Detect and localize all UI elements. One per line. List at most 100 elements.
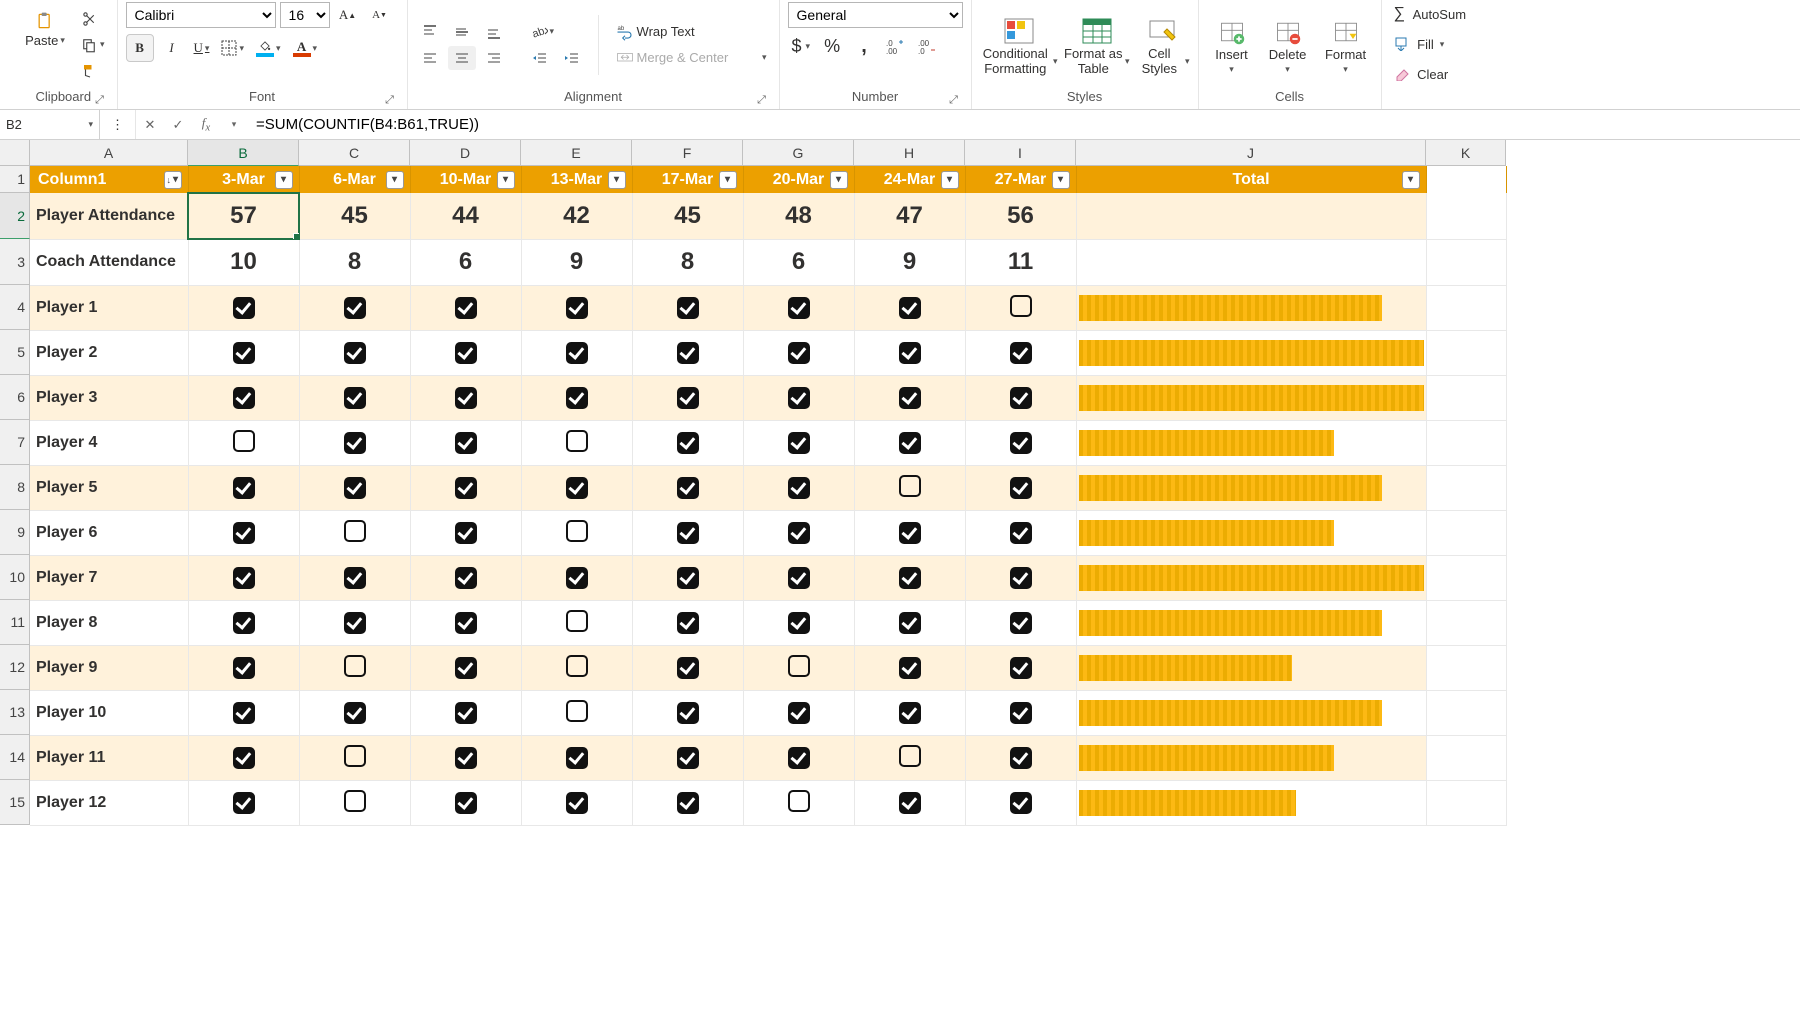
- checkbox[interactable]: [1010, 612, 1032, 634]
- header-cell[interactable]: [1426, 166, 1506, 193]
- checkbox[interactable]: [566, 387, 588, 409]
- attendance-cell[interactable]: [965, 510, 1076, 555]
- attendance-cell[interactable]: [521, 555, 632, 600]
- number-launcher[interactable]: ⤢: [947, 93, 961, 107]
- attendance-cell[interactable]: [410, 735, 521, 780]
- checkbox[interactable]: [566, 430, 588, 452]
- increase-indent-button[interactable]: [558, 46, 586, 70]
- attendance-cell[interactable]: [743, 285, 854, 330]
- font-color-button[interactable]: A▾: [289, 36, 322, 60]
- checkbox[interactable]: [788, 297, 810, 319]
- attendance-cell[interactable]: [410, 375, 521, 420]
- checkbox[interactable]: [344, 477, 366, 499]
- attendance-cell[interactable]: [743, 330, 854, 375]
- checkbox[interactable]: [344, 387, 366, 409]
- attendance-cell[interactable]: [521, 735, 632, 780]
- checkbox[interactable]: [1010, 342, 1032, 364]
- checkbox[interactable]: [1010, 432, 1032, 454]
- row-header-12[interactable]: 12: [0, 645, 30, 690]
- cell-styles-button[interactable]: Cell Styles▾: [1136, 13, 1190, 76]
- checkbox[interactable]: [788, 790, 810, 812]
- checkbox[interactable]: [566, 477, 588, 499]
- filter-button[interactable]: [497, 171, 515, 189]
- header-cell[interactable]: Column1: [30, 166, 188, 193]
- attendance-cell[interactable]: [410, 645, 521, 690]
- name-box[interactable]: B2▾: [0, 110, 100, 139]
- bold-button[interactable]: B: [126, 34, 154, 62]
- insert-cells-button[interactable]: Insert▾: [1207, 15, 1257, 75]
- attendance-cell[interactable]: [965, 465, 1076, 510]
- checkbox[interactable]: [233, 342, 255, 364]
- checkbox[interactable]: [899, 612, 921, 634]
- checkbox[interactable]: [455, 432, 477, 454]
- attendance-cell[interactable]: [299, 330, 410, 375]
- insert-function-button[interactable]: fx: [192, 115, 220, 134]
- align-left-button[interactable]: [416, 46, 444, 70]
- attendance-cell[interactable]: [299, 465, 410, 510]
- attendance-cell[interactable]: [188, 285, 299, 330]
- checkbox[interactable]: [1010, 295, 1032, 317]
- attendance-cell[interactable]: [743, 420, 854, 465]
- checkbox[interactable]: [344, 432, 366, 454]
- align-right-button[interactable]: [480, 46, 508, 70]
- header-cell[interactable]: 10-Mar: [410, 166, 521, 193]
- checkbox[interactable]: [677, 387, 699, 409]
- checkbox[interactable]: [566, 655, 588, 677]
- attendance-cell[interactable]: [521, 465, 632, 510]
- attendance-cell[interactable]: [854, 690, 965, 735]
- checkbox[interactable]: [788, 747, 810, 769]
- checkbox[interactable]: [899, 297, 921, 319]
- formula-input[interactable]: [248, 116, 1800, 133]
- attendance-cell[interactable]: [410, 465, 521, 510]
- checkbox[interactable]: [566, 610, 588, 632]
- attendance-cell[interactable]: [521, 330, 632, 375]
- attendance-cell[interactable]: [299, 420, 410, 465]
- attendance-cell[interactable]: [632, 735, 743, 780]
- delete-cells-button[interactable]: Delete▾: [1263, 15, 1313, 75]
- fill-color-button[interactable]: ▾: [252, 36, 285, 60]
- attendance-cell[interactable]: [188, 510, 299, 555]
- name-box-expand[interactable]: ⋮: [100, 110, 136, 139]
- attendance-cell[interactable]: [854, 645, 965, 690]
- header-cell[interactable]: 24-Mar: [854, 166, 965, 193]
- header-cell[interactable]: 13-Mar: [521, 166, 632, 193]
- attendance-cell[interactable]: [521, 690, 632, 735]
- filter-button[interactable]: [1052, 171, 1070, 189]
- checkbox[interactable]: [899, 657, 921, 679]
- checkbox[interactable]: [1010, 792, 1032, 814]
- orientation-button[interactable]: ab▾: [526, 20, 559, 44]
- checkbox[interactable]: [233, 792, 255, 814]
- decrease-indent-button[interactable]: [526, 46, 554, 70]
- attendance-cell[interactable]: [632, 420, 743, 465]
- checkbox[interactable]: [455, 792, 477, 814]
- checkbox[interactable]: [344, 702, 366, 724]
- paste-button[interactable]: Paste▾: [18, 7, 72, 83]
- checkbox[interactable]: [899, 745, 921, 767]
- row-header-6[interactable]: 6: [0, 375, 30, 420]
- checkbox[interactable]: [455, 342, 477, 364]
- formula-bar-expand[interactable]: ▾: [220, 119, 248, 130]
- accounting-format-button[interactable]: $▾: [788, 34, 815, 58]
- checkbox[interactable]: [677, 657, 699, 679]
- row-header-15[interactable]: 15: [0, 780, 30, 825]
- attendance-cell[interactable]: [965, 285, 1076, 330]
- decrease-font-button[interactable]: A▼: [366, 3, 394, 27]
- filter-button[interactable]: [719, 171, 737, 189]
- checkbox[interactable]: [677, 747, 699, 769]
- attendance-cell[interactable]: [410, 600, 521, 645]
- filter-button[interactable]: [608, 171, 626, 189]
- column-header-H[interactable]: H: [854, 140, 965, 166]
- merge-center-button[interactable]: Merge & Center▾: [611, 46, 771, 70]
- checkbox[interactable]: [455, 747, 477, 769]
- attendance-cell[interactable]: [521, 600, 632, 645]
- comma-format-button[interactable]: ,: [850, 34, 878, 58]
- attendance-cell[interactable]: [632, 690, 743, 735]
- attendance-cell[interactable]: [410, 330, 521, 375]
- header-cell[interactable]: 3-Mar: [188, 166, 299, 193]
- clear-button[interactable]: Clear: [1390, 62, 1470, 86]
- attendance-cell[interactable]: [854, 375, 965, 420]
- checkbox[interactable]: [344, 342, 366, 364]
- attendance-cell[interactable]: [854, 285, 965, 330]
- attendance-cell[interactable]: [965, 600, 1076, 645]
- attendance-cell[interactable]: [854, 465, 965, 510]
